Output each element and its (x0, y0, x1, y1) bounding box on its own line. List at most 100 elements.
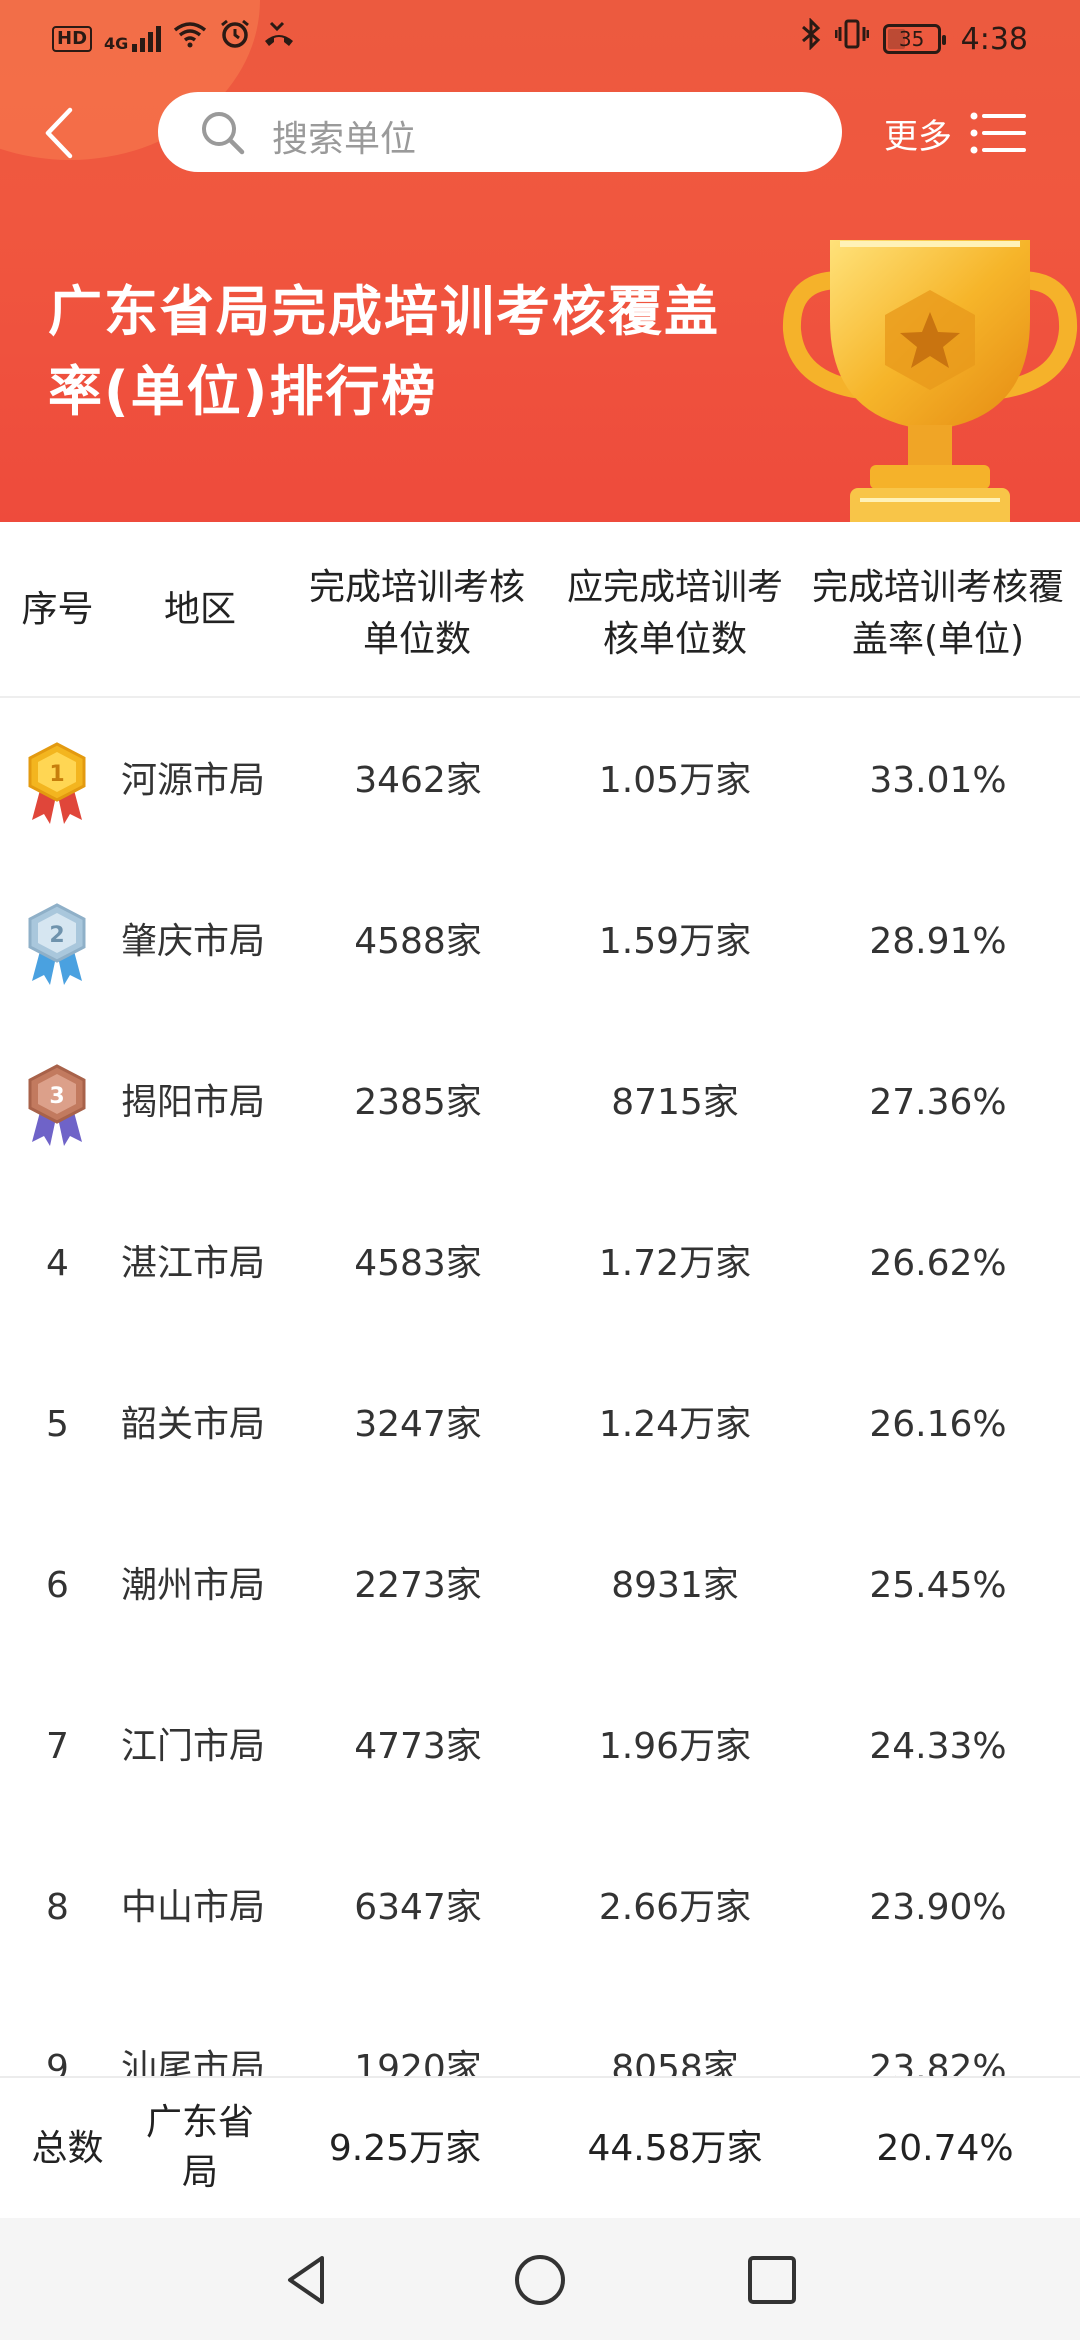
col-header-rank: 序号 (21, 589, 94, 630)
region-cell: 湛江市局 (121, 1243, 266, 1284)
status-bar: HD 4G 35 4:38 (0, 0, 1080, 76)
done-cell: 4773家 (354, 1726, 482, 1767)
col-header-rate: 完成培训考核覆盖率(单位) (811, 567, 1064, 660)
header-banner: HD 4G 35 4:38 搜索单位 更多 广东省局完成培训考核覆盖率(单位)排… (0, 0, 1080, 522)
col-header-done: 完成培训考核单位数 (308, 567, 525, 660)
rate-cell: 27.36% (869, 1082, 1007, 1123)
done-cell: 3247家 (354, 1404, 482, 1445)
nav-back-icon[interactable] (276, 2248, 340, 2312)
hd-icon: HD (52, 26, 93, 52)
network-type-label: 4G (104, 34, 129, 53)
region-cell: 江门市局 (121, 1726, 266, 1767)
region-cell: 肇庆市局 (121, 921, 266, 962)
done-cell: 6347家 (354, 1887, 482, 1928)
total-cell: 8058家 (611, 2048, 739, 2076)
search-icon (202, 112, 245, 155)
trophy-icon (782, 240, 1078, 522)
rank-cell: 7 (46, 1726, 69, 1767)
region-cell: 河源市局 (121, 760, 266, 801)
table-row[interactable]: 9 汕尾市局 1920家 8058家 23.82% (0, 1988, 1080, 2076)
total-cell: 1.72万家 (598, 1243, 752, 1284)
rank-cell: 8 (46, 1887, 69, 1928)
search-input[interactable]: 搜索单位 (158, 92, 842, 172)
rank-cell: 4 (46, 1243, 69, 1284)
rate-cell: 26.16% (869, 1404, 1007, 1445)
done-cell: 1920家 (354, 2048, 482, 2076)
table-row[interactable]: 1 河源市局 3462家 1.05万家 33.01% (0, 700, 1080, 861)
total-cell: 1.96万家 (598, 1726, 752, 1767)
col-header-total: 应完成培训考核单位数 (566, 567, 783, 660)
total-row: 总数 广东省 局 9.25万家 44.58万家 20.74% (0, 2076, 1080, 2218)
nav-home-icon[interactable] (508, 2248, 572, 2312)
missed-call-icon (263, 19, 295, 59)
total-cell: 1.05万家 (598, 760, 752, 801)
search-placeholder: 搜索单位 (272, 119, 417, 160)
more-button[interactable]: 更多 (884, 100, 1026, 166)
rate-cell: 33.01% (869, 760, 1007, 801)
rank-cell: 6 (46, 1565, 69, 1606)
vibrate-icon (834, 19, 870, 59)
gold-medal-icon: 1 (28, 742, 86, 824)
signal-4g-icon: 4G (104, 26, 162, 53)
total-total: 44.58万家 (587, 2128, 763, 2169)
table-row[interactable]: 6 潮州市局 2273家 8931家 25.45% (0, 1505, 1080, 1666)
total-cell: 1.59万家 (598, 921, 752, 962)
table-row[interactable]: 2 肇庆市局 4588家 1.59万家 28.91% (0, 861, 1080, 1022)
total-label: 总数 (31, 2128, 104, 2169)
total-cell: 2.66万家 (598, 1887, 752, 1928)
done-cell: 3462家 (354, 760, 482, 801)
clock: 4:38 (960, 21, 1028, 57)
wifi-icon (173, 20, 207, 58)
total-done: 9.25万家 (328, 2128, 482, 2169)
list-menu-icon (970, 112, 1026, 154)
alarm-icon (219, 18, 251, 60)
table-row[interactable]: 3 揭阳市局 2385家 8715家 27.36% (0, 1022, 1080, 1183)
medal-number: 2 (49, 923, 64, 948)
col-header-region: 地区 (163, 589, 236, 630)
total-cell: 8931家 (611, 1565, 739, 1606)
total-region-line1: 广东省 (145, 2102, 254, 2143)
rate-cell: 25.45% (869, 1565, 1007, 1606)
back-button[interactable] (30, 98, 100, 168)
ranking-table: 1 河源市局 3462家 1.05万家 33.01% 2 肇庆市局 4588家 … (0, 700, 1080, 2076)
total-cell: 8715家 (611, 1082, 739, 1123)
region-cell: 揭阳市局 (121, 1082, 266, 1123)
done-cell: 2273家 (354, 1565, 482, 1606)
bluetooth-icon (801, 17, 821, 60)
rate-cell: 23.82% (869, 2048, 1007, 2076)
rate-cell: 28.91% (869, 921, 1007, 962)
medal-number: 3 (49, 1084, 64, 1109)
battery-level: 35 (898, 27, 925, 51)
chevron-left-icon (45, 107, 73, 159)
region-cell: 韶关市局 (121, 1404, 266, 1445)
done-cell: 2385家 (354, 1082, 482, 1123)
region-cell: 汕尾市局 (121, 2048, 266, 2076)
top-nav: 搜索单位 更多 (0, 88, 1080, 178)
total-rate: 20.74% (876, 2128, 1014, 2169)
rate-cell: 23.90% (869, 1887, 1007, 1928)
total-region: 广东省 局 (130, 2098, 270, 2198)
rate-cell: 24.33% (869, 1726, 1007, 1767)
bronze-medal-icon: 3 (28, 1064, 86, 1146)
table-row[interactable]: 5 韶关市局 3247家 1.24万家 26.16% (0, 1344, 1080, 1505)
battery-icon: 35 (882, 24, 946, 54)
done-cell: 4588家 (354, 921, 482, 962)
region-cell: 中山市局 (121, 1887, 266, 1928)
table-row[interactable]: 7 江门市局 4773家 1.96万家 24.33% (0, 1666, 1080, 1827)
silver-medal-icon: 2 (28, 903, 86, 985)
table-row[interactable]: 4 湛江市局 4583家 1.72万家 26.62% (0, 1183, 1080, 1344)
table-row[interactable]: 8 中山市局 6347家 2.66万家 23.90% (0, 1827, 1080, 1988)
medal-number: 1 (49, 762, 64, 787)
system-nav-bar (0, 2218, 1080, 2340)
rank-cell: 5 (46, 1404, 69, 1445)
rank-cell: 9 (46, 2048, 69, 2076)
more-label: 更多 (884, 116, 952, 157)
total-cell: 1.24万家 (598, 1404, 752, 1445)
rate-cell: 26.62% (869, 1243, 1007, 1284)
done-cell: 4583家 (354, 1243, 482, 1284)
nav-recents-icon[interactable] (740, 2248, 804, 2312)
table-header: 序号 地区 完成培训考核单位数 应完成培训考核单位数 完成培训考核覆盖率(单位) (0, 522, 1080, 698)
total-region-line2: 局 (181, 2152, 218, 2193)
region-cell: 潮州市局 (121, 1565, 266, 1606)
page-title: 广东省局完成培训考核覆盖率(单位)排行榜 (48, 280, 720, 423)
